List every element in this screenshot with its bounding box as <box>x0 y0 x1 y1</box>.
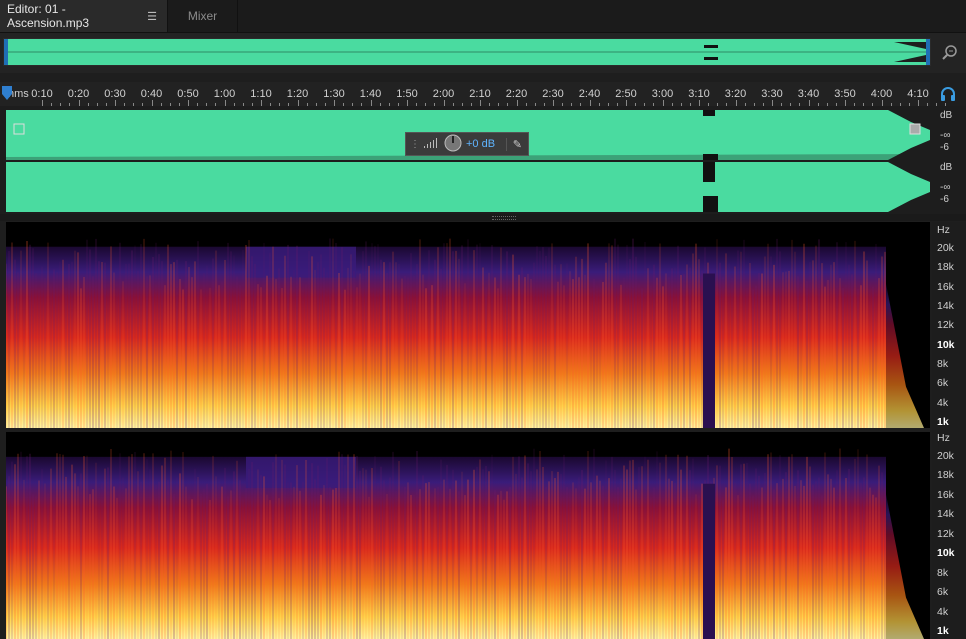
frequency-scale-left: Hz 20k 18k 16k 14k 12k 10k 8k 6k 4k 1k <box>932 222 966 430</box>
ruler-tick-label: 2:40 <box>578 88 601 100</box>
tab-mixer-label: Mixer <box>187 9 218 23</box>
ruler-tick-label: 1:00 <box>213 88 236 100</box>
playhead-marker[interactable] <box>2 86 12 102</box>
ruler-tick-label: 4:00 <box>870 88 893 100</box>
hz-tick-label: 10k <box>937 547 955 560</box>
tab-editor[interactable]: Editor: 01 - Ascension.mp3 ☰ <box>0 0 168 32</box>
hz-tick-label: 14k <box>937 508 954 521</box>
tab-editor-label: Editor: 01 - Ascension.mp3 <box>7 2 90 30</box>
hz-tick-label: 1k <box>937 416 949 428</box>
hz-tick-label: 18k <box>937 261 954 274</box>
hz-tick-label: 16k <box>937 488 954 501</box>
view-divider[interactable] <box>0 214 966 221</box>
db-scale: dB -∞ -6 dB -∞ -6 <box>932 106 966 214</box>
volume-hud[interactable]: ⋮ +0 dB ✎ <box>405 132 529 156</box>
ruler-tick-label: 1:50 <box>396 88 418 100</box>
hz-tick-label: 6k <box>937 377 949 390</box>
ruler-tick-label: 3:50 <box>834 88 856 100</box>
hz-tick-label: 12k <box>937 527 954 540</box>
spectral-channel-left[interactable] <box>6 222 930 428</box>
hz-tick-label: 14k <box>937 300 954 312</box>
ruler-tick-label: 0:40 <box>140 88 163 100</box>
hud-grip-icon[interactable]: ⋮ <box>410 139 420 150</box>
hz-tick-label: 6k <box>937 586 949 599</box>
hz-unit-label: Hz <box>937 224 950 236</box>
hz-tick-label: 10k <box>937 338 955 351</box>
time-ruler[interactable]: hms 0:10 0:20 0:30 0:40 0:50 1:00 1:10 1:20 1:30… <box>0 82 947 106</box>
ruler-tick-label: 3:00 <box>651 88 674 100</box>
db-unit-left: dB <box>940 110 953 121</box>
panel-menu-icon[interactable]: ☰ <box>147 10 157 23</box>
hz-tick-label: 20k <box>937 450 954 462</box>
hz-tick-label: 4k <box>937 605 949 618</box>
tab-mixer[interactable]: Mixer <box>168 0 238 32</box>
ruler-tick-label: 0:50 <box>177 88 199 100</box>
db-minus6-right: -6 <box>940 194 949 205</box>
ruler-tick-label: 3:20 <box>724 88 747 100</box>
hz-unit-label: Hz <box>937 432 950 444</box>
ruler-tick-label: 2:30 <box>542 88 564 100</box>
pin-icon[interactable]: ✎ <box>505 137 522 151</box>
db-unit-right: dB <box>940 162 953 173</box>
ruler-tick-label: 2:50 <box>615 88 637 100</box>
ruler-tick-label: 1:20 <box>286 88 309 100</box>
ruler-tick-label: 2:10 <box>469 88 491 100</box>
db-minus6-left: -6 <box>940 142 949 153</box>
panel-tab-bar: Editor: 01 - Ascension.mp3 ☰ Mixer <box>0 0 966 33</box>
hz-tick-label: 16k <box>937 280 954 293</box>
ruler-tick-label: 3:10 <box>688 88 710 100</box>
frequency-scale-right: Hz 20k 18k 16k 14k 12k 10k 8k 6k 4k 1k <box>932 430 966 639</box>
hz-tick-label: 8k <box>937 566 949 579</box>
ruler-tick-label: 1:30 <box>323 88 345 100</box>
db-neg-inf-left: -∞ <box>940 130 951 141</box>
ruler-tick-label: 2:20 <box>505 88 528 100</box>
hz-tick-label: 8k <box>937 358 949 370</box>
ruler-tick-label: 1:40 <box>359 88 382 100</box>
spectrogram-image <box>6 238 930 428</box>
volume-knob[interactable] <box>444 134 462 155</box>
ruler-tick-label: 0:10 <box>31 88 53 100</box>
zoom-icon[interactable] <box>940 42 960 62</box>
overview-waveform <box>8 42 926 62</box>
db-neg-inf-right: -∞ <box>940 182 951 193</box>
ruler-tick-label: 4:10 <box>907 88 929 100</box>
headphones-icon[interactable] <box>940 86 956 102</box>
hz-tick-label: 18k <box>937 469 954 482</box>
hz-tick-label: 20k <box>937 242 954 254</box>
ruler-tick-label: 1:10 <box>250 88 272 100</box>
ruler-tick-label: 0:20 <box>67 88 90 100</box>
volume-value[interactable]: +0 dB <box>466 138 495 150</box>
ruler-tick-label: 2:00 <box>432 88 455 100</box>
spectrogram-image <box>6 448 930 639</box>
ruler-tick-label: 3:30 <box>761 88 783 100</box>
fade-out-handle <box>909 123 921 135</box>
ruler-tick-label: 0:30 <box>104 88 126 100</box>
hz-tick-label: 1k <box>937 625 949 637</box>
ruler-tick-label: 3:40 <box>797 88 820 100</box>
spectral-channel-right[interactable] <box>6 432 930 639</box>
hz-tick-label: 4k <box>937 396 949 409</box>
hz-tick-label: 12k <box>937 319 954 332</box>
overview-navigator[interactable] <box>3 38 931 66</box>
level-meter-icon <box>424 137 438 151</box>
waveform-channel-right[interactable] <box>6 162 930 212</box>
